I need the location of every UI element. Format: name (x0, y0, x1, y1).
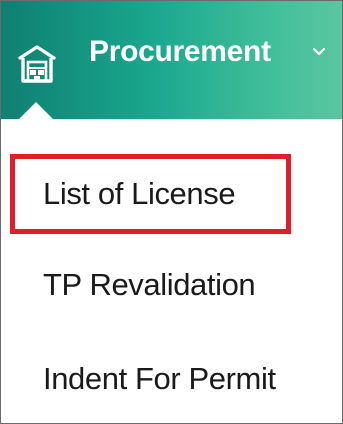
dropdown-frame: Procurement List of License TP Revalidat… (0, 0, 343, 424)
dropdown-caret (18, 102, 54, 120)
chevron-down-icon (312, 47, 326, 56)
menu-item-list-of-license[interactable]: List of License (43, 174, 236, 214)
warehouse-icon (18, 45, 56, 83)
nav-title: Procurement (89, 35, 271, 68)
dropdown-menu: List of License TP Revalidation Indent F… (1, 119, 342, 423)
menu-item-indent-for-permit[interactable]: Indent For Permit (43, 359, 276, 399)
menu-item-tp-revalidation[interactable]: TP Revalidation (43, 265, 256, 305)
